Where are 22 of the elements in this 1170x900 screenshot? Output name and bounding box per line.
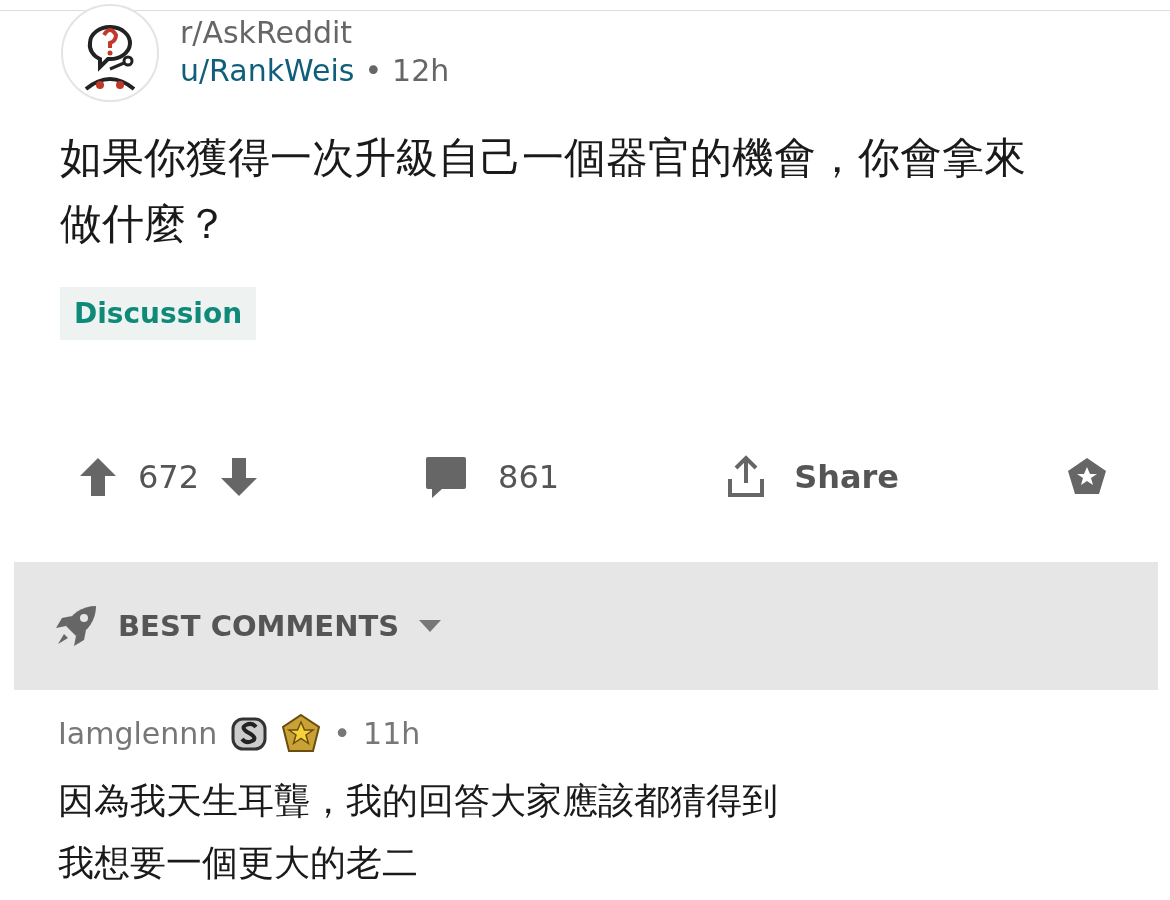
- subreddit-link[interactable]: r/AskReddit: [180, 16, 450, 50]
- downvote-icon[interactable]: [221, 458, 258, 496]
- post-title: 如果你獲得一次升級自己一個器官的機會，你會拿來做什麼？: [60, 132, 1027, 250]
- comment-text: 因為我天生耳聾，我的回答大家應該都猜得到: [58, 779, 779, 823]
- comment-author[interactable]: Iamglennn: [58, 715, 218, 751]
- vote-count: 672: [138, 458, 200, 496]
- sort-dropdown[interactable]: BEST COMMENTS: [118, 609, 400, 643]
- comment-icon[interactable]: [424, 455, 469, 499]
- flair-tag: Discussion: [60, 287, 257, 340]
- rocket-icon: [54, 604, 98, 648]
- comment-time: 11h: [363, 715, 421, 751]
- share-icon[interactable]: [726, 455, 767, 499]
- comment-text: 我想要一個更大的老二: [58, 841, 419, 885]
- upvote-icon[interactable]: [80, 458, 116, 496]
- post-time: 12h: [392, 52, 450, 90]
- author-link[interactable]: u/RankWeis: [180, 52, 355, 90]
- separator-dot: •: [364, 52, 383, 90]
- caret-icon[interactable]: [419, 620, 442, 632]
- award-icon: [281, 713, 322, 753]
- separator-dot: •: [333, 715, 352, 751]
- share-button[interactable]: Share: [794, 458, 900, 496]
- comment-count: 861: [498, 458, 560, 496]
